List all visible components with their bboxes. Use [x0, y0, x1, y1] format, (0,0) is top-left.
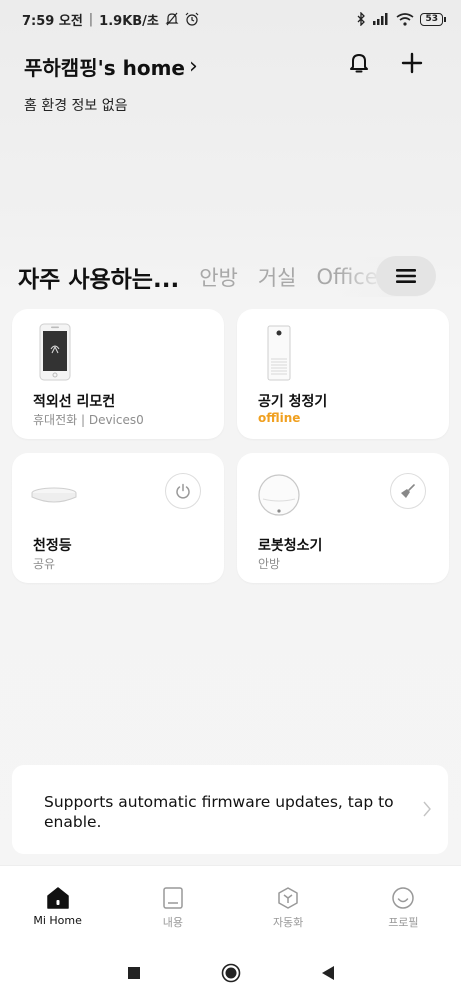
hamburger-menu-icon	[396, 269, 416, 283]
chevron-right-icon: ›	[188, 54, 198, 79]
automation-icon	[278, 887, 298, 909]
home-header: 푸하캠핑's home › 홈 환경 정보 없음	[24, 52, 198, 115]
back-icon[interactable]	[321, 965, 335, 981]
nav-profile[interactable]: 프로필	[353, 886, 453, 930]
silent-icon	[165, 12, 179, 26]
home-selector[interactable]: 푸하캠핑's home ›	[24, 52, 198, 81]
device-name: 천정등	[33, 538, 72, 554]
recents-icon[interactable]	[127, 966, 141, 980]
firmware-update-banner[interactable]: Supports automatic firmware updates, tap…	[12, 765, 448, 854]
ceiling-light-icon	[31, 487, 77, 503]
tab-frequent[interactable]: 자주 사용하는...	[18, 260, 179, 294]
nav-label: 자동화	[272, 916, 304, 929]
alarm-icon	[185, 12, 199, 26]
broom-icon	[401, 484, 415, 498]
nav-label: 내용	[162, 916, 183, 929]
status-time: 7:59 오전	[22, 13, 83, 29]
power-icon	[176, 483, 190, 499]
device-status-offline: offline	[258, 411, 301, 425]
status-separator: |	[88, 11, 94, 27]
nav-mi-home[interactable]: Mi Home	[8, 886, 108, 927]
nav-label: 프로필	[388, 916, 419, 929]
home-name: 푸하캠핑's home	[24, 56, 185, 80]
chevron-right-icon	[423, 801, 431, 817]
device-name: 적외선 리모컨	[33, 394, 116, 410]
top-actions	[349, 52, 423, 74]
clean-button[interactable]	[390, 473, 426, 509]
system-nav-bar	[0, 945, 461, 1000]
nav-content[interactable]: 내용	[123, 886, 223, 930]
device-location: 공유	[33, 557, 56, 571]
phone-remote-icon	[39, 323, 71, 381]
air-purifier-icon	[267, 325, 291, 381]
device-location: 휴대전화 | Devices0	[33, 413, 144, 427]
status-left: 7:59 오전 | 1.9KB/초	[22, 10, 199, 29]
device-name: 로봇청소기	[258, 538, 323, 554]
device-card-ir-remote[interactable]: 적외선 리모컨 휴대전화 | Devices0	[12, 309, 224, 439]
device-card-ceiling-light[interactable]: 천정등 공유	[12, 453, 224, 583]
device-card-robot-vacuum[interactable]: 로봇청소기 안방	[237, 453, 449, 583]
device-name: 공기 청정기	[258, 394, 328, 410]
bluetooth-icon	[358, 12, 366, 26]
device-card-air-purifier[interactable]: 공기 청정기 offline	[237, 309, 449, 439]
room-menu-button[interactable]	[376, 256, 436, 296]
device-location: 안방	[258, 557, 281, 571]
status-bar: 7:59 오전 | 1.9KB/초 53	[0, 0, 461, 38]
bottom-nav: Mi Home 내용 자동화 프로필	[0, 865, 461, 945]
home-environment-info: 홈 환경 정보 없음	[24, 98, 128, 114]
nav-label: Mi Home	[33, 914, 82, 927]
home-button-icon[interactable]	[221, 963, 241, 983]
profile-icon	[392, 887, 415, 909]
home-icon	[46, 887, 69, 909]
battery-indicator: 53	[420, 12, 446, 26]
content-icon	[163, 887, 183, 909]
robot-vacuum-icon	[258, 474, 300, 516]
signal-icon	[373, 13, 388, 25]
status-network-speed: 1.9KB/초	[99, 13, 159, 29]
nav-automation[interactable]: 자동화	[238, 886, 338, 930]
status-right: 53	[356, 12, 446, 26]
power-button[interactable]	[165, 473, 201, 509]
wifi-icon	[396, 12, 414, 26]
bell-icon[interactable]	[349, 52, 369, 74]
tab-living-room[interactable]: 거실	[258, 262, 297, 292]
add-icon[interactable]	[401, 52, 423, 74]
tab-bedroom[interactable]: 안방	[199, 262, 238, 292]
firmware-update-text: Supports automatic firmware updates, tap…	[44, 793, 394, 831]
